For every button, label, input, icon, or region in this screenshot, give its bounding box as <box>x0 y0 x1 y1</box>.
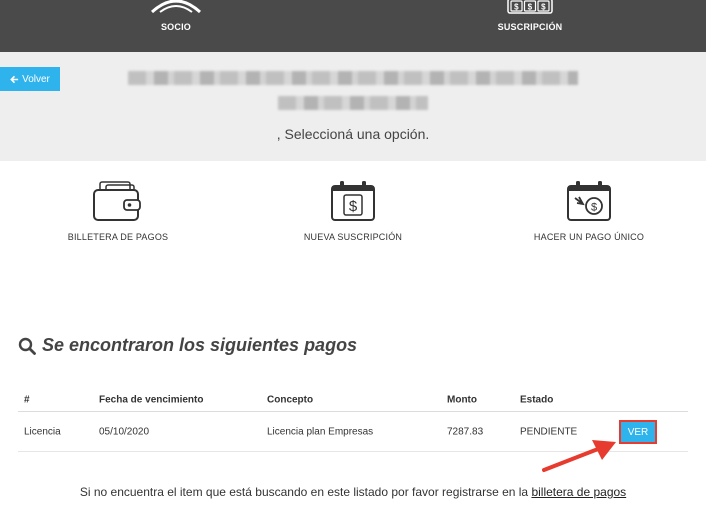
column-header-due-date: Fecha de vencimiento <box>99 394 204 405</box>
svg-text:$: $ <box>514 3 519 12</box>
column-header-number: # <box>24 394 30 405</box>
svg-text:$: $ <box>349 198 358 215</box>
view-payment-button[interactable]: VER <box>619 420 657 444</box>
option-hacer-un-pago-unico[interactable]: $ HACER UN PAGO ÚNICO <box>489 180 689 242</box>
svg-text:$: $ <box>528 3 533 12</box>
column-header-amount: Monto <box>447 394 477 405</box>
payment-due-date: 05/10/2020 <box>99 426 150 437</box>
back-button[interactable]: Volver <box>0 67 60 91</box>
person-icon <box>150 0 202 14</box>
calendar-dollar-icon: $ <box>331 181 375 221</box>
footer-text: Si no encuentra el item que está buscand… <box>79 485 532 499</box>
money-icon: $ $ $ <box>507 0 553 14</box>
option-label: HACER UN PAGO ÚNICO <box>533 232 645 242</box>
option-nueva-suscripcion[interactable]: $ NUEVA SUSCRIPCIÓN <box>253 180 453 242</box>
page-subtitle: , Seleccioná una opción. <box>276 126 430 142</box>
column-header-concept: Concepto <box>267 394 314 405</box>
option-label: NUEVA SUSCRIPCIÓN <box>303 232 403 242</box>
payments-title-text: Se encontraron los siguientes pagos <box>42 335 358 355</box>
option-billetera-de-pagos[interactable]: BILLETERA DE PAGOS <box>18 180 218 242</box>
footer-note: Si no encuentra el item que está buscand… <box>0 485 706 499</box>
arrow-left-icon <box>10 75 19 83</box>
wallet-icon <box>93 181 141 221</box>
annotation-arrow-icon <box>542 440 616 472</box>
nav-item-label: SOCIO <box>160 22 191 32</box>
column-header-status: Estado <box>520 394 554 405</box>
redacted-name-line-2 <box>278 96 428 110</box>
payments-section-title: Se encontraron los siguientes pagos <box>18 335 357 356</box>
table-header: # Fecha de vencimiento Concepto Monto Es… <box>18 388 688 412</box>
payment-concept: Licencia plan Empresas <box>267 426 374 437</box>
svg-text:$: $ <box>591 202 597 214</box>
billetera-de-pagos-link[interactable]: billetera de pagos <box>531 485 626 499</box>
nav-item-label: SUSCRIPCIÓN <box>497 22 563 32</box>
search-icon <box>18 337 36 355</box>
back-button-label: Volver <box>22 73 50 85</box>
payment-id: Licencia <box>24 426 61 437</box>
redacted-name-line-1 <box>128 71 578 85</box>
calendar-payment-icon: $ <box>567 181 611 221</box>
payment-amount: 7287.83 <box>447 426 484 437</box>
svg-text:$: $ <box>541 3 546 12</box>
top-navigation-bar: SOCIO $ $ $ SUSCRIPCIÓN <box>0 0 706 52</box>
option-label: BILLETERA DE PAGOS <box>67 232 169 242</box>
